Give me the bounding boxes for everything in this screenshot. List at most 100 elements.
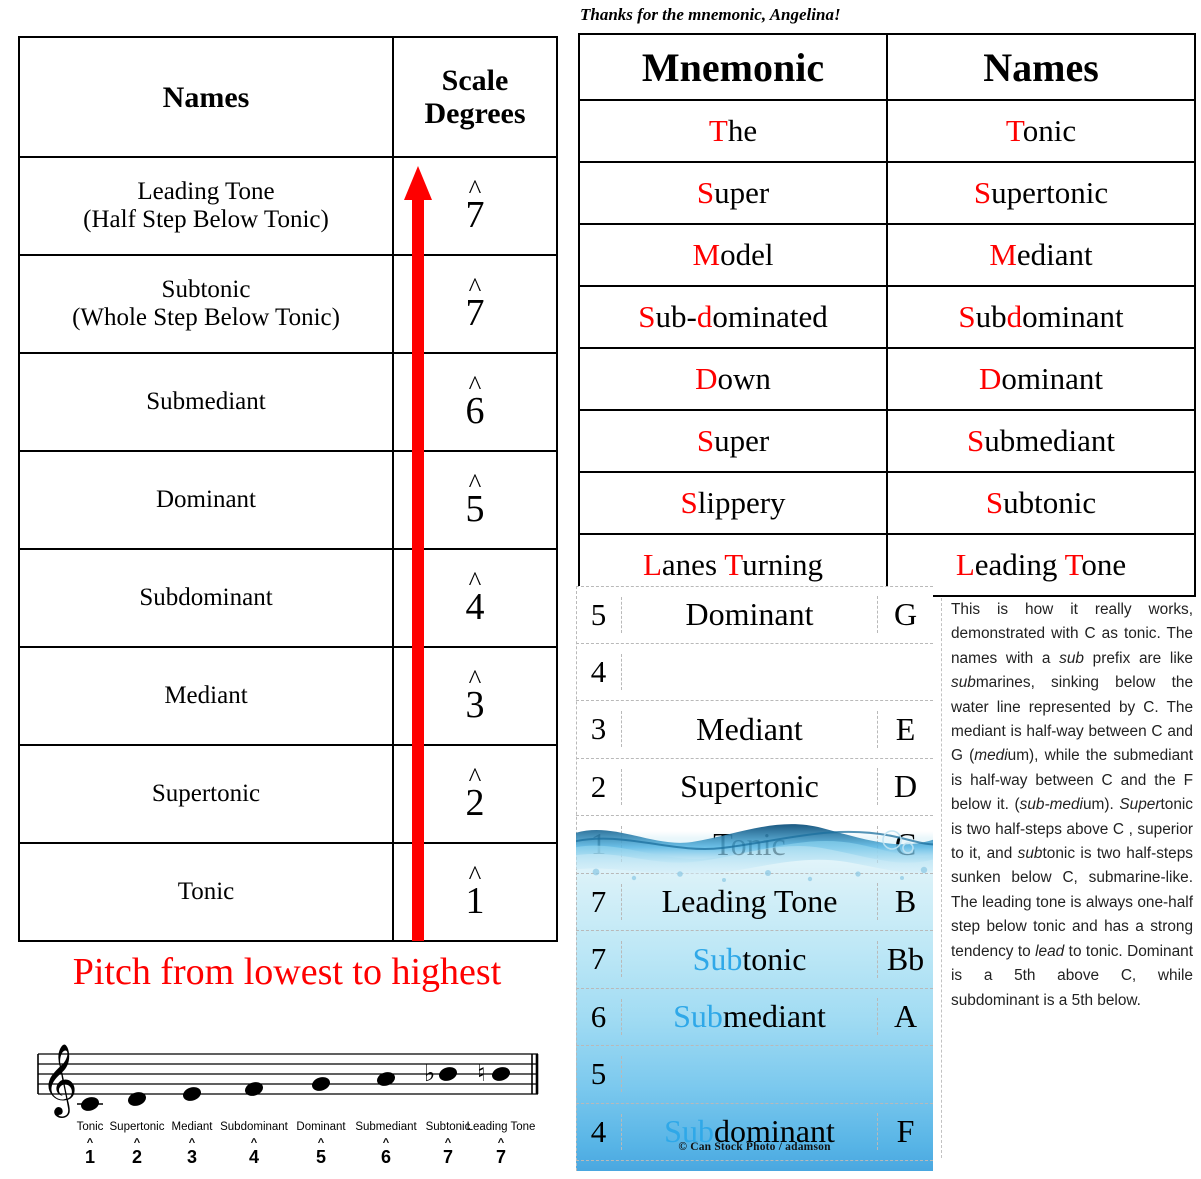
table-row: Model Mediant xyxy=(578,223,1196,287)
degree-name: Dominant xyxy=(156,486,256,513)
word-remainder: ub xyxy=(975,299,1007,334)
emphasis-term: sub xyxy=(1017,845,1043,863)
header-scale-degrees-line2: Degrees xyxy=(424,97,526,130)
highlighted-letter: T xyxy=(724,547,743,582)
table-header-row: Names Scale Degrees xyxy=(18,36,558,158)
name-remainder: tonic xyxy=(742,940,807,977)
flat-icon: ♭ xyxy=(424,1059,435,1087)
mnemonic-phrase-cell: Model xyxy=(578,223,888,287)
degree-name: Mediant xyxy=(164,682,248,709)
water-row: 7 Subtonic Bb xyxy=(576,931,933,989)
staff-degree-number: 2 xyxy=(132,1147,142,1167)
highlighted-letter: T xyxy=(1005,113,1023,148)
scale-degrees-table: Names Scale Degrees Leading Tone (Half St… xyxy=(18,36,558,942)
water-rows: 5 Dominant G 4 3 Mediant E 2 Supertonic D 1 Tonic C 7… xyxy=(576,586,933,1171)
word-remainder: ub- xyxy=(655,299,697,334)
table-row: Supertonic ^ 2 xyxy=(18,744,558,844)
staff-degree-number: 7 xyxy=(496,1147,506,1167)
scale-degree-number: 2 xyxy=(465,781,485,824)
staff-degree-number: 7 xyxy=(443,1147,453,1167)
water-row: 4 xyxy=(576,644,933,701)
water-note-letter: E xyxy=(877,710,933,748)
word-remainder: ominant xyxy=(1022,299,1124,334)
scale-degrees-body: Leading Tone (Half Step Below Tonic) ^ 7 Sub… xyxy=(18,156,558,942)
staff-degree-number: 4 xyxy=(249,1147,259,1167)
scale-degree-number: 3 xyxy=(465,683,485,726)
word-remainder: odel xyxy=(720,237,774,272)
highlighted-letter: S xyxy=(680,485,698,520)
degree-name-cell: Supertonic xyxy=(18,744,394,844)
word-remainder: uper xyxy=(714,423,770,458)
table-row: Tonic ^ 1 xyxy=(18,842,558,942)
scale-degree-cell: ^ 2 xyxy=(392,744,558,844)
staff-note-name: Mediant xyxy=(172,1121,214,1133)
scale-degree-cell: ^ 5 xyxy=(392,450,558,550)
table-row: Sub-dominated Subdominant xyxy=(578,285,1196,349)
emphasis-term: sub-medi xyxy=(1019,796,1083,814)
mnemonic-phrase-cell: Sub-dominated xyxy=(578,285,888,349)
water-row: 2 Supertonic D xyxy=(576,759,933,816)
thanks-note: Thanks for the mnemonic, Angelina! xyxy=(580,5,841,24)
sub-prefix: Sub xyxy=(673,998,723,1035)
word-remainder: ominated xyxy=(712,299,828,334)
staff-svg: 𝄞 ♭ ♮ Tonic^1Supertonic^2Mediant^3Subdomi… xyxy=(37,1042,539,1167)
word-remainder: eading xyxy=(974,547,1065,582)
word-remainder: urning xyxy=(742,547,823,582)
text-run: prefix are like xyxy=(1083,649,1193,667)
word-remainder: uper xyxy=(714,175,770,210)
water-row: 3 Mediant E xyxy=(576,701,933,759)
highlighted-letter: M xyxy=(692,237,721,272)
highlighted-letter: D xyxy=(979,361,1002,396)
pitch-direction-caption: Pitch from lowest to highest xyxy=(72,951,502,993)
emphasis-term: sub xyxy=(951,674,976,692)
scale-degree-cell: ^ 4 xyxy=(392,548,558,648)
header-mnemonic-names: Names xyxy=(886,33,1196,101)
header-scale-degrees: Scale Degrees xyxy=(392,36,558,158)
mnemonic-header-row: Mnemonic Names xyxy=(578,33,1196,101)
highlighted-letter: d xyxy=(696,299,713,334)
water-name: Leading Tone xyxy=(622,883,877,920)
mnemonic-phrase-cell: Down xyxy=(578,347,888,411)
degree-name-cell: Subtonic (Whole Step Below Tonic) xyxy=(18,254,394,354)
natural-icon: ♮ xyxy=(477,1059,486,1087)
water-degree: 5 xyxy=(576,1056,622,1093)
water-degree: 7 xyxy=(576,883,622,920)
musical-staff-figure: 𝄞 ♭ ♮ Tonic ^ 1 Supertonic ^ 2 Mediant ^ 3 Subdomi… xyxy=(18,1020,558,1170)
name-remainder: mediant xyxy=(722,998,826,1035)
name-remainder: Mediant xyxy=(696,710,803,747)
staff-note-name: Leading Tone xyxy=(467,1121,536,1133)
mnemonic-name-cell: Leading Tone xyxy=(886,533,1196,597)
degree-name-cell: Submediant xyxy=(18,352,394,452)
mnemonic-name-cell: Dominant xyxy=(886,347,1196,411)
text-run: um). xyxy=(1082,796,1120,814)
staff-note-name: Subdominant xyxy=(220,1121,289,1133)
highlighted-letter: S xyxy=(973,175,992,210)
highlighted-letter: d xyxy=(1006,299,1023,334)
word-remainder: own xyxy=(717,361,771,396)
mnemonic-name-cell: Supertonic xyxy=(886,161,1196,225)
table-row: Subdominant ^ 4 xyxy=(18,548,558,648)
staff-degree-number: 6 xyxy=(381,1147,391,1167)
scale-degree-number: 6 xyxy=(465,389,485,432)
water-name: Subtonic xyxy=(622,941,877,978)
degree-name-cell: Subdominant xyxy=(18,548,394,648)
watermark-text: © Can Stock Photo / adamson xyxy=(678,1141,831,1153)
highlighted-letter: T xyxy=(1064,547,1082,582)
mnemonic-name-cell: Mediant xyxy=(886,223,1196,287)
highlighted-letter: L xyxy=(955,547,975,582)
degree-name-cell: Mediant xyxy=(18,646,394,746)
water-note-letter: D xyxy=(877,768,933,806)
staff-notes: ♭ ♮ xyxy=(77,1059,510,1111)
table-row: Super Submediant xyxy=(578,409,1196,473)
staff-degree-number: 5 xyxy=(316,1147,326,1167)
word-remainder: upertonic xyxy=(991,175,1109,210)
table-row: Subtonic (Whole Step Below Tonic) ^ 7 xyxy=(18,254,558,354)
mnemonic-name-cell: Tonic xyxy=(886,99,1196,163)
explanation-paragraph: This is how it really works, demonstrate… xyxy=(941,598,1193,1158)
word-remainder: anes xyxy=(661,547,725,582)
word-remainder: he xyxy=(727,113,758,148)
mnemonic-name-cell: Submediant xyxy=(886,409,1196,473)
water-row: 6 Submediant A xyxy=(576,989,933,1046)
water-degree: 5 xyxy=(576,596,622,633)
degree-name-cell: Tonic xyxy=(18,842,394,942)
